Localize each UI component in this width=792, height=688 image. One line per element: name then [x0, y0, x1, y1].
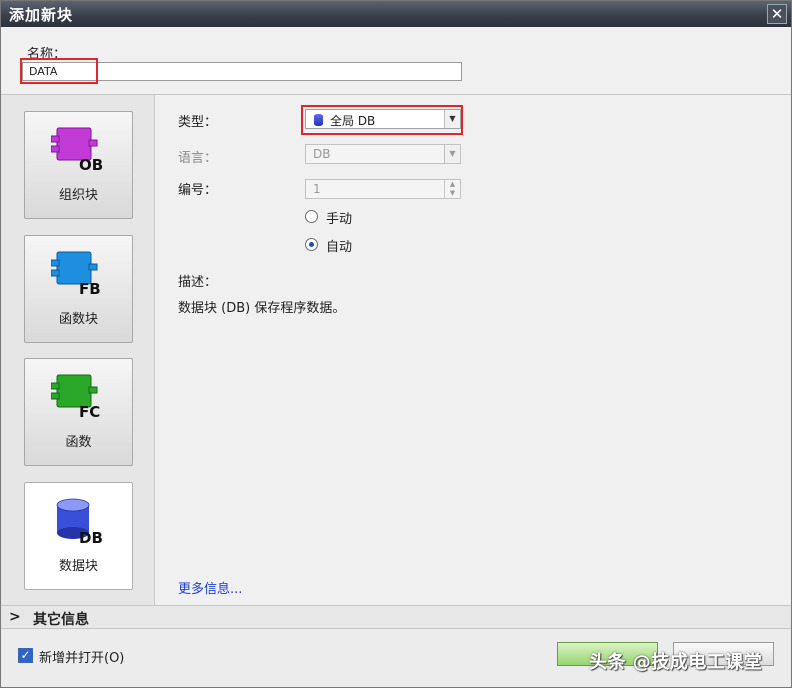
add-and-open-label: 新增并打开(O): [39, 651, 125, 666]
block-label: 函数块: [58, 312, 98, 327]
type-label: 类型：: [178, 115, 218, 130]
block-tag: DB: [79, 529, 103, 547]
other-info-label: 其它信息: [33, 612, 89, 628]
add-and-open-checkbox[interactable]: ✓: [18, 648, 33, 663]
auto-radio-label: 自动: [326, 240, 353, 255]
number-stepper[interactable]: 1 ▲ ▼: [305, 179, 461, 199]
fb-block-button[interactable]: FB 函数块: [24, 235, 133, 343]
db-block-button[interactable]: DB 数据块: [24, 482, 133, 590]
watermark-text: 头条 @技成电工课堂: [589, 652, 763, 673]
block-tag: FC: [79, 403, 100, 421]
stepper-arrows-icon[interactable]: ▲ ▼: [444, 180, 460, 198]
manual-radio[interactable]: [305, 210, 318, 223]
auto-radio[interactable]: [305, 238, 318, 251]
number-label: 编号：: [178, 183, 218, 198]
description-label: 描述：: [178, 275, 218, 290]
name-highlight-box: [20, 58, 98, 84]
type-highlight-box: [301, 105, 463, 135]
block-tag: FB: [79, 280, 101, 298]
block-label: 数据块: [58, 559, 98, 574]
fc-block-icon: FC: [51, 374, 100, 421]
ob-block-button[interactable]: OB 组织块: [24, 111, 133, 219]
block-label: 函数: [65, 435, 92, 450]
db-block-icon: DB: [56, 498, 103, 547]
block-label: 组织块: [58, 188, 98, 203]
language-select[interactable]: DB ▼: [305, 144, 461, 164]
dialog-footer: ✓ 新增并打开(O) 头条 @技成电工课堂: [1, 629, 791, 687]
dialog-title: 添加新块: [9, 6, 74, 24]
other-info-section[interactable]: > 其它信息: [1, 605, 791, 629]
fc-block-button[interactable]: FC 函数: [24, 358, 133, 466]
chevron-right-icon[interactable]: >: [9, 609, 21, 625]
close-icon[interactable]: ✕: [767, 4, 787, 24]
more-info-link[interactable]: 更多信息...: [178, 578, 242, 597]
language-label: 语言：: [178, 151, 218, 166]
fb-block-icon: FB: [51, 251, 101, 298]
block-properties-pane: [156, 95, 791, 605]
language-select-value: DB: [313, 147, 331, 161]
add-new-block-dialog: 添加新块 ✕ 名称： OB 组织块 FB 函数块: [0, 0, 792, 688]
number-value: 1: [313, 182, 321, 196]
block-tag: OB: [79, 156, 103, 174]
block-type-pane: OB 组织块 FB 函数块 FC 函数 DB 数据块: [1, 95, 155, 605]
title-bar: 添加新块 ✕: [1, 1, 791, 27]
description-text: 数据块 (DB) 保存程序数据。: [178, 301, 346, 316]
manual-radio-label: 手动: [326, 212, 353, 227]
ob-block-icon: OB: [51, 127, 103, 174]
chevron-down-icon: ▼: [444, 145, 460, 163]
